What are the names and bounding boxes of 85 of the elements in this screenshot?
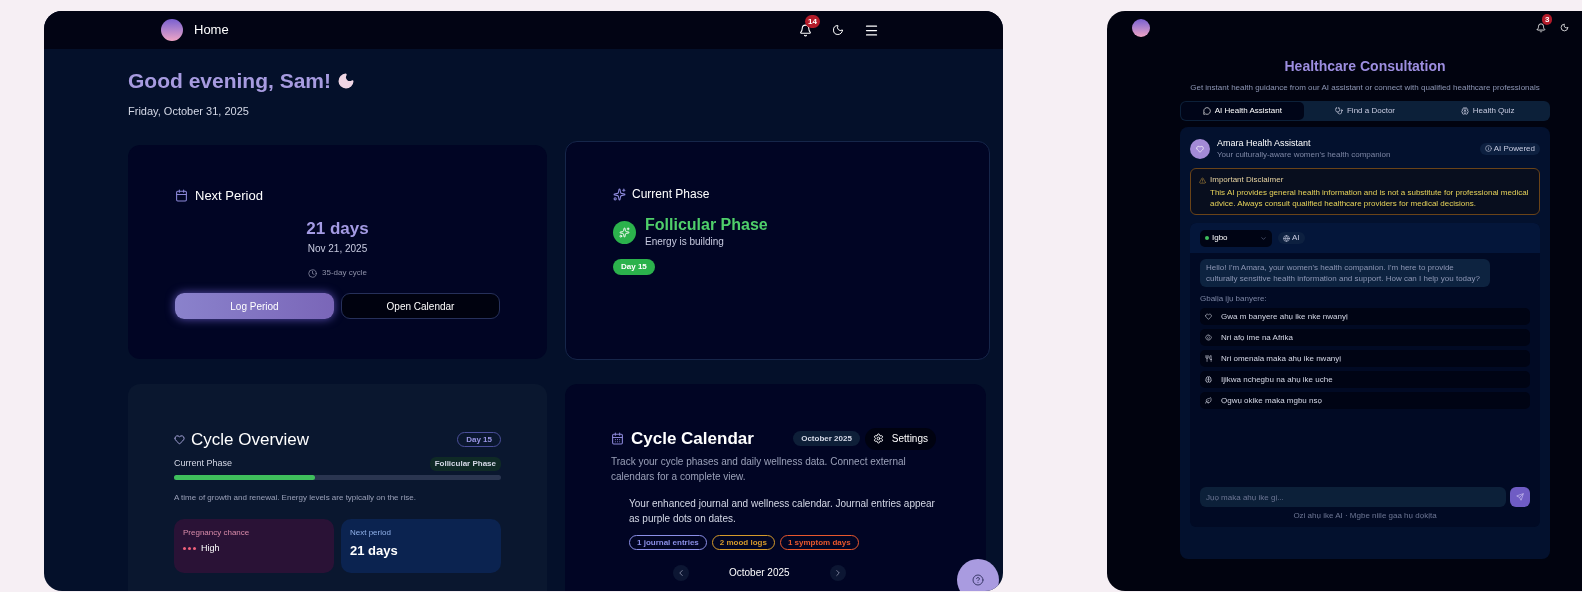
suggestion-item[interactable]: Nri afọ ime na Afrika: [1200, 329, 1530, 346]
chat-bubble-icon: [1202, 107, 1211, 115]
suggestion-item[interactable]: Nri omenala maka ahụ ike nwanyị: [1200, 350, 1530, 367]
suggestions-label: Gbalịa ịjụ banyere:: [1200, 293, 1268, 305]
brain-icon: [1460, 107, 1469, 115]
open-calendar-button[interactable]: Open Calendar: [341, 293, 500, 319]
chevron-left-icon: [676, 567, 686, 578]
cycle-length: 35-day cycle: [322, 267, 367, 279]
suggestion-item[interactable]: Gwa m banyere ahụ ike nke nwanyị: [1200, 308, 1530, 325]
suggestion-item[interactable]: Ijikwa nchegbu na ahụ ike uche: [1200, 371, 1530, 388]
notification-count: 14: [805, 14, 820, 28]
phase-name: Follicular Phase: [645, 215, 768, 234]
settings-button[interactable]: Settings: [864, 427, 936, 450]
tab[interactable]: Health Quiz: [1426, 102, 1549, 120]
chat-footer: Ozi ahụ ike AI · Mgbe niile gaa hụ dọkịta: [1200, 510, 1530, 522]
menu-icon: [864, 22, 879, 38]
clock-icon: [308, 268, 318, 278]
logo-icon: [1132, 18, 1150, 37]
tile-value: High: [201, 541, 220, 555]
calendar-icon: [175, 189, 188, 203]
bell-icon: [1536, 22, 1546, 33]
globe-icon: [1283, 234, 1290, 242]
settings-icon: [872, 433, 884, 445]
calendar-icon: [611, 432, 624, 446]
info-icon: [1484, 145, 1492, 152]
warning-icon: [1199, 176, 1206, 184]
bell-icon: [799, 23, 812, 37]
card-title: Next Period: [195, 187, 263, 205]
card-title: Cycle Overview: [191, 429, 310, 451]
cycle-day-badge: Day 15: [613, 259, 655, 275]
assistant-message: Hello! I'm Amara, your women's health companion. I'm here to provide culturally sensitive health information and support. How can I help you today?: [1200, 259, 1490, 287]
assistant-tagline: Your culturally-aware women's health companion: [1217, 149, 1391, 160]
theme-toggle-button[interactable]: [832, 24, 844, 36]
logo-icon: [161, 19, 183, 41]
assistant-name: Amara Health Assistant: [1217, 137, 1312, 149]
days-until-period: 21 days: [306, 217, 369, 240]
help-icon: [972, 574, 984, 586]
page-title: Home: [194, 21, 229, 40]
disclaimer-text: This AI provides general health information and is not a substitute for professional medical advice. Always consult qualified healthcare providers for medical decisions.: [1209, 187, 1530, 209]
notifications-button[interactable]: [1536, 22, 1546, 33]
card-title: Current Phase: [632, 186, 710, 203]
utensils-icon: [1205, 355, 1212, 362]
ai-mode-badge: AI: [1278, 232, 1305, 244]
moon-icon: [832, 24, 844, 36]
disclaimer-title: Important Disclaimer: [1210, 174, 1284, 186]
page-heading: Healthcare Consultation: [1283, 57, 1447, 76]
log-period-button[interactable]: Log Period: [175, 293, 334, 319]
phase-note: Energy is building: [645, 235, 725, 249]
message-input[interactable]: Jụọ maka ahụ ike gị...: [1200, 487, 1506, 507]
ai-powered-badge: AI Powered: [1479, 142, 1540, 155]
notifications-button[interactable]: [799, 23, 812, 37]
send-button[interactable]: [1510, 487, 1530, 507]
tile-value: 21 days: [350, 541, 399, 560]
tile-label: Next period: [350, 526, 392, 539]
language-select[interactable]: Igbo: [1200, 229, 1272, 247]
chevron-down-icon: [1260, 234, 1267, 242]
calendar-intro: Your enhanced journal and wellness calendar. Journal entries appear as purple dots on dates.: [629, 496, 936, 526]
page-subtitle: Get instant health guidance from our AI assistant or connect with qualified healthcare professionals: [1189, 82, 1541, 94]
phase-label: Current Phase: [174, 456, 233, 470]
greeting: Good evening, Sam!: [128, 68, 332, 94]
month-badge: October 2025: [793, 431, 860, 447]
calendar-description: Track your cycle phases and daily wellness data. Connect external calendars for a complete view.: [611, 454, 907, 484]
menu-button[interactable]: [864, 22, 879, 38]
brain-icon: [1205, 376, 1212, 383]
stethoscope-icon: [1334, 107, 1343, 115]
sparkle-icon: [613, 220, 636, 244]
calendar-month: October 2025: [729, 566, 790, 580]
heart-icon: [1205, 313, 1212, 320]
send-icon: [1516, 493, 1524, 501]
suggestion-item[interactable]: Ọgwụ okike maka mgbu nsọ: [1200, 392, 1530, 409]
sparkle-icon: [613, 187, 626, 201]
phase-description: A time of growth and renewal. Energy levels are typically on the rise.: [174, 491, 417, 504]
moon-icon: [337, 71, 356, 90]
help-button[interactable]: [957, 559, 999, 591]
tile-label: Pregnancy chance: [183, 526, 251, 539]
heart-icon: [174, 434, 185, 446]
moon-icon: [1560, 23, 1569, 32]
notification-count: 3: [1542, 13, 1553, 25]
tab[interactable]: AI Health Assistant: [1181, 102, 1304, 120]
phase-tag: Follicular Phase: [429, 456, 501, 471]
card-title: Cycle Calendar: [631, 428, 754, 450]
period-date: Nov 21, 2025: [307, 242, 368, 256]
theme-toggle-button[interactable]: [1560, 23, 1569, 32]
tab[interactable]: Find a Doctor: [1303, 102, 1427, 120]
date-text: Friday, October 31, 2025: [128, 103, 250, 119]
